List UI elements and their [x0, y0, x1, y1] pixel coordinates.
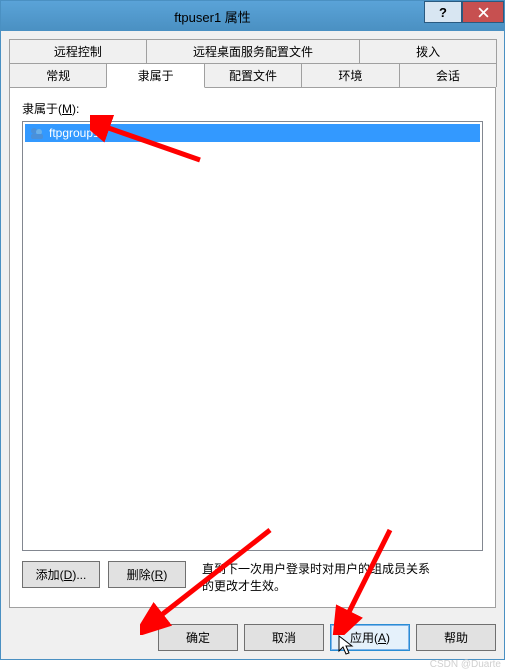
add-button[interactable]: 添加(D)...	[22, 561, 100, 588]
close-icon	[478, 7, 489, 18]
tab-environment[interactable]: 环境	[301, 63, 399, 87]
dialog-footer: 确定 取消 应用(A) 帮助	[1, 616, 504, 659]
tab-dialin[interactable]: 拨入	[359, 39, 497, 63]
title-bar: ftpuser1 属性 ?	[1, 1, 504, 31]
note-text: 直到下一次用户登录时对用户的组成员关系的更改才生效。	[202, 561, 432, 595]
window-title: ftpuser1 属性	[1, 7, 424, 26]
close-button[interactable]	[462, 1, 504, 23]
apply-button[interactable]: 应用(A)	[330, 624, 410, 651]
ok-button[interactable]: 确定	[158, 624, 238, 651]
titlebar-buttons: ?	[424, 1, 504, 31]
help-button[interactable]: ?	[424, 1, 462, 23]
tab-member-of[interactable]: 隶属于	[106, 63, 204, 88]
tab-profile[interactable]: 配置文件	[204, 63, 302, 87]
tab-container: 远程控制 远程桌面服务配置文件 拨入 常规 隶属于 配置文件 环境 会话 隶属于…	[9, 39, 496, 608]
watermark: CSDN @Duarte	[430, 659, 501, 670]
properties-dialog: ftpuser1 属性 ? 远程控制 远程桌面服务配置文件 拨入 常规 隶属于 …	[0, 0, 505, 660]
list-buttons-row: 添加(D)... 删除(R) 直到下一次用户登录时对用户的组成员关系的更改才生效…	[22, 561, 483, 595]
member-of-pane: 隶属于(M): ftpgroup1	[9, 87, 496, 608]
tab-remote-control[interactable]: 远程控制	[9, 39, 147, 63]
tab-general[interactable]: 常规	[9, 63, 107, 87]
tab-strip: 远程控制 远程桌面服务配置文件 拨入 常规 隶属于 配置文件 环境 会话	[9, 39, 496, 87]
help-button-footer[interactable]: 帮助	[416, 624, 496, 651]
member-of-label: 隶属于(M):	[22, 100, 483, 117]
list-item[interactable]: ftpgroup1	[25, 124, 480, 142]
remove-button[interactable]: 删除(R)	[108, 561, 186, 588]
groups-listbox[interactable]: ftpgroup1	[22, 121, 483, 551]
tab-sessions[interactable]: 会话	[399, 63, 497, 87]
cancel-button[interactable]: 取消	[244, 624, 324, 651]
list-item-label: ftpgroup1	[49, 126, 100, 140]
group-icon	[29, 125, 45, 141]
dialog-body: 远程控制 远程桌面服务配置文件 拨入 常规 隶属于 配置文件 环境 会话 隶属于…	[9, 39, 496, 608]
tab-rds-profile[interactable]: 远程桌面服务配置文件	[146, 39, 360, 63]
